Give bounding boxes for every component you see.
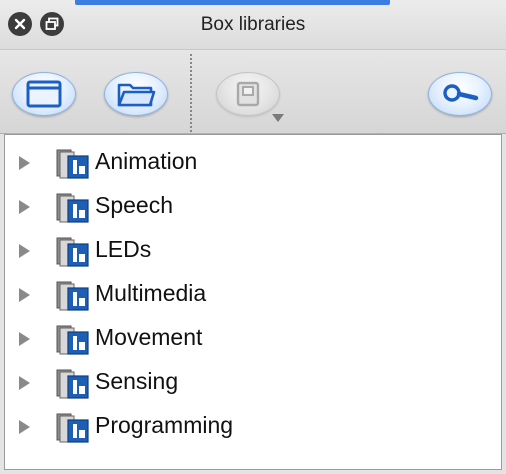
expand-arrow-icon[interactable] (19, 376, 30, 390)
tree-item-label: Sensing (95, 368, 179, 394)
expand-arrow-icon[interactable] (19, 156, 30, 170)
tree-item-speech[interactable]: Speech (5, 185, 501, 229)
library-icon (56, 369, 89, 399)
open-folder-button[interactable] (104, 72, 168, 116)
title-accent-bar (75, 0, 390, 5)
library-icon (56, 193, 89, 223)
new-window-icon (26, 80, 62, 108)
window-title: Box libraries (200, 14, 306, 35)
search-button[interactable] (428, 72, 492, 116)
save-icon (236, 81, 260, 107)
title-bar[interactable]: Box libraries (0, 0, 506, 50)
tree-item-label: Multimedia (95, 280, 207, 306)
expand-arrow-icon[interactable] (19, 288, 30, 302)
tree-item-label: Programming (95, 412, 234, 438)
library-tree: Animation Speech LEDs Multimedia Movemen… (5, 141, 501, 449)
expand-arrow-icon[interactable] (19, 200, 30, 214)
box-libraries-window: Box libraries Animation Speech LEDs Mult… (0, 0, 506, 474)
library-icon (56, 413, 89, 443)
save-button[interactable] (216, 72, 280, 116)
search-icon (443, 84, 479, 102)
save-dropdown-arrow-icon[interactable] (272, 114, 284, 122)
open-folder-icon (117, 83, 156, 107)
tree-item-label: Animation (95, 148, 198, 174)
expand-arrow-icon[interactable] (19, 332, 30, 346)
toolbar-separator (190, 54, 192, 132)
tree-item-label: LEDs (95, 236, 152, 262)
tree-item-leds[interactable]: LEDs (5, 229, 501, 273)
library-tree-panel[interactable]: Animation Speech LEDs Multimedia Movemen… (4, 134, 502, 470)
tree-item-multimedia[interactable]: Multimedia (5, 273, 501, 317)
tree-item-movement[interactable]: Movement (5, 317, 501, 361)
library-icon (56, 237, 89, 267)
tree-item-label: Speech (95, 192, 174, 218)
new-window-button[interactable] (12, 72, 76, 116)
tree-item-sensing[interactable]: Sensing (5, 361, 501, 405)
toolbar (0, 50, 506, 134)
expand-arrow-icon[interactable] (19, 244, 30, 258)
expand-arrow-icon[interactable] (19, 420, 30, 434)
tree-item-animation[interactable]: Animation (5, 141, 501, 185)
library-icon (56, 281, 89, 311)
tree-item-programming[interactable]: Programming (5, 405, 501, 449)
library-icon (56, 325, 89, 355)
library-icon (56, 149, 89, 179)
tree-item-label: Movement (95, 324, 203, 350)
